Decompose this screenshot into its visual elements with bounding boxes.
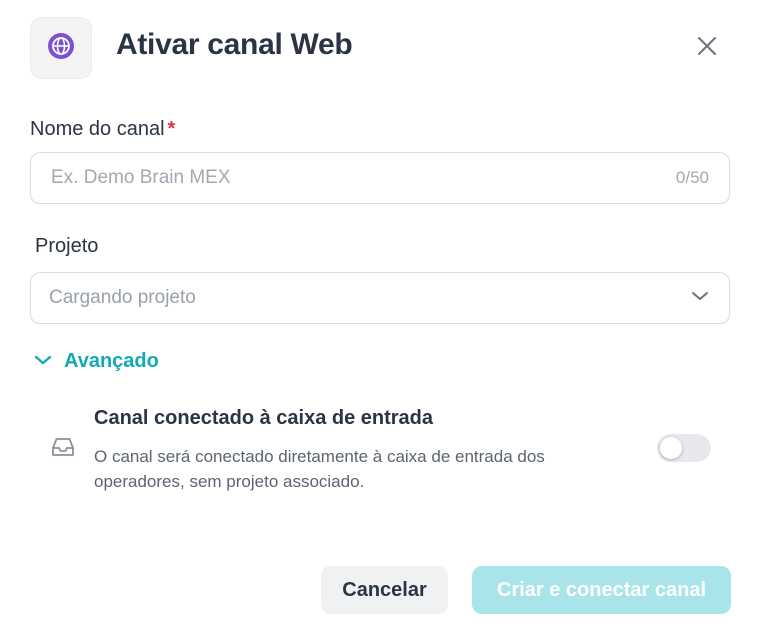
close-button[interactable] xyxy=(692,33,722,63)
project-select[interactable]: Cargando projeto xyxy=(30,272,730,324)
chevron-down-icon xyxy=(34,353,52,371)
inbox-option-description: O canal será conectado diretamente à cai… xyxy=(94,447,545,491)
inbox-option-title: Canal conectado à caixa de entrada xyxy=(94,407,434,429)
advanced-toggle[interactable]: Avançado xyxy=(34,350,159,373)
project-select-value: Cargando projeto xyxy=(49,287,196,308)
inbox-icon xyxy=(50,435,76,464)
channel-name-input[interactable] xyxy=(51,167,676,189)
channel-icon-box xyxy=(30,17,92,79)
toggle-knob xyxy=(660,437,682,459)
chevron-down-icon xyxy=(691,289,709,307)
advanced-label: Avançado xyxy=(64,350,159,372)
cancel-button[interactable]: Cancelar xyxy=(321,566,448,614)
required-marker: * xyxy=(167,118,176,140)
dialog-title: Ativar canal Web xyxy=(116,28,353,61)
channel-name-field[interactable]: 0/50 xyxy=(30,152,730,204)
globe-icon xyxy=(46,31,76,66)
inbox-toggle[interactable] xyxy=(657,434,711,462)
close-icon xyxy=(696,35,718,62)
character-counter: 0/50 xyxy=(675,168,709,187)
channel-name-label-text: Nome do canal xyxy=(30,118,165,140)
create-connect-button[interactable]: Criar e conectar canal xyxy=(472,566,731,614)
project-label: Projeto xyxy=(35,235,99,257)
channel-name-label: Nome do canal * xyxy=(30,118,175,141)
